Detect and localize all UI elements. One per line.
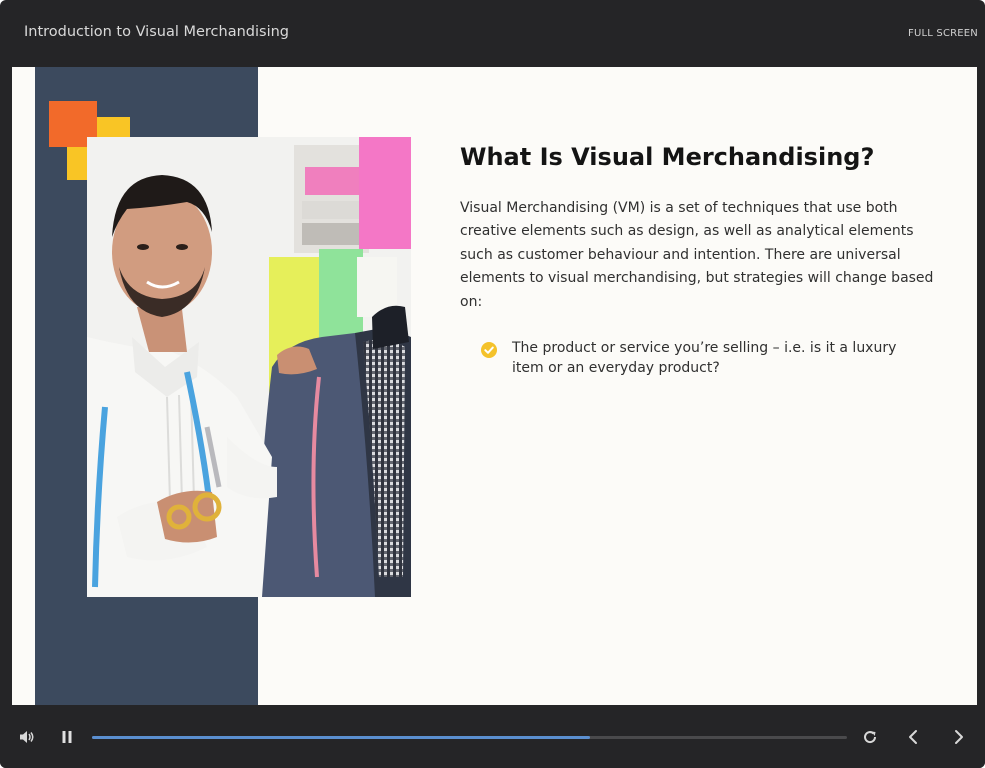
- checkmark-icon: [481, 342, 497, 358]
- fullscreen-button[interactable]: FULL SCREEN: [908, 28, 978, 39]
- course-player: Introduction to Visual Merchandising FUL…: [0, 0, 985, 768]
- previous-icon[interactable]: [903, 727, 923, 747]
- slide-heading: What Is Visual Merchandising?: [460, 143, 875, 171]
- progress-bar[interactable]: [92, 736, 847, 739]
- course-title: Introduction to Visual Merchandising: [24, 24, 290, 40]
- slide: What Is Visual Merchandising? Visual Mer…: [12, 67, 977, 705]
- volume-icon[interactable]: [17, 727, 37, 747]
- replay-icon[interactable]: [860, 727, 880, 747]
- pause-icon[interactable]: [58, 727, 76, 747]
- slide-body-text: Visual Merchandising (VM) is a set of te…: [460, 200, 934, 310]
- tailor-photo: [87, 137, 411, 597]
- bullet-text: The product or service you’re selling – …: [512, 340, 897, 376]
- progress-fill: [92, 736, 591, 739]
- next-icon[interactable]: [949, 727, 969, 747]
